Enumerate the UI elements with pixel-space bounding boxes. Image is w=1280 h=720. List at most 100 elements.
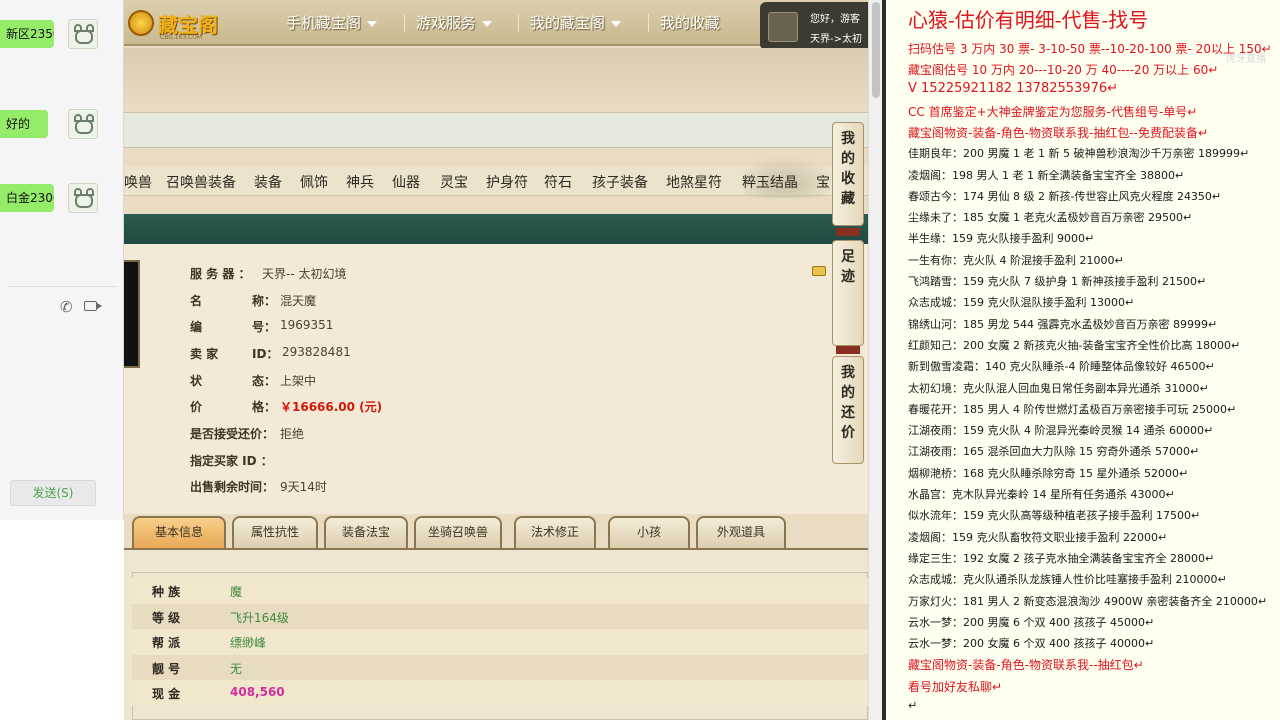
category-item[interactable]: 仙器 — [392, 172, 420, 192]
attribute-value: 缥缈峰 — [230, 636, 267, 650]
footprint-button[interactable]: 足迹 — [832, 240, 864, 346]
scrollbar-thumb[interactable] — [872, 2, 880, 98]
note-line: 藏宝阁物资-装备-角色-物资联系我--抽红包↵ — [908, 658, 1144, 673]
caret-down-icon — [367, 20, 378, 27]
avatar-face — [75, 194, 93, 208]
nav-item-label: 手机藏宝阁 — [286, 14, 362, 32]
phone-call-icon[interactable]: ✆ — [60, 298, 73, 316]
tab-1[interactable]: 基本信息 — [132, 516, 226, 548]
category-item[interactable]: 灵宝 — [440, 172, 468, 192]
name-label: 名 — [190, 294, 203, 308]
send-button[interactable]: 发送(S) — [10, 480, 96, 506]
note-line: 似水流年：159 克火队高等级种植老孩子接手盈利 17500↵ — [908, 509, 1201, 523]
user-avatar[interactable] — [768, 12, 798, 42]
nav-item-label: 我的收藏 — [660, 14, 721, 32]
seller-label: 卖 家 — [190, 347, 219, 361]
chat-message-bubble[interactable]: 白金2300 — [0, 184, 54, 212]
attribute-value: 飞升164级 — [230, 610, 289, 625]
video-call-icon[interactable] — [84, 301, 102, 311]
status-value: 上架中 — [280, 374, 317, 388]
avatar-face — [75, 30, 93, 44]
category-item[interactable]: 地煞星符 — [666, 172, 722, 192]
note-line: 藏宝阁物资-装备-角色-物资联系我-抽红包--免费配装备↵ — [908, 125, 1209, 140]
category-item[interactable]: 召唤兽装备 — [166, 172, 236, 192]
favorite-folder-icon[interactable] — [812, 266, 826, 276]
note-line: 尘缘未了：185 女魔 1 老克火孟极妙音百万亲密 29500↵ — [908, 211, 1193, 225]
desktop-screen: 新区2350好的白金2300 ✆ 发送(S) 藏宝阁 CBG.163.COM 手… — [0, 0, 1280, 720]
nav-separator — [518, 14, 519, 32]
attribute-label: 种 族 — [152, 585, 181, 599]
id-label-suffix: 号： — [252, 320, 277, 334]
tab-7[interactable]: 外观道具 — [696, 516, 786, 548]
note-line: 江湖夜雨：159 克火队 4 阶混异光秦岭灵猴 14 通杀 60000↵ — [908, 424, 1214, 438]
category-item[interactable]: 孩子装备 — [592, 172, 648, 192]
tab-5[interactable]: 法术修正 — [514, 516, 596, 548]
seller-label-suffix: ID： — [252, 347, 279, 361]
nav-item[interactable]: 游戏服务 — [416, 12, 493, 33]
note-line: 一生有你：克火队 4 阶混接手盈利 21000↵ — [908, 253, 1124, 267]
side-button-char: 价 — [841, 425, 855, 441]
my-favorites-button[interactable]: 我的收藏 — [832, 122, 864, 226]
note-line: 水晶宫：克木队异光秦岭 14 星所有任务通杀 43000↵ — [908, 488, 1175, 501]
category-item[interactable]: 佩饰 — [300, 172, 328, 192]
chat-avatar[interactable] — [68, 183, 98, 213]
attribute-value: 408,560 — [230, 685, 285, 699]
category-item[interactable]: 唤兽 — [124, 172, 152, 192]
attribute-label: 现 金 — [152, 687, 181, 701]
name-value: 混天魔 — [280, 294, 317, 308]
category-item[interactable]: 符石 — [544, 172, 572, 192]
price-label-suffix: 格： — [252, 400, 277, 414]
notes-document: 心猿-估价有明细-代售-找号 虎牙直播 扫码估号 3 万内 30 票- 3-10… — [886, 0, 1280, 720]
note-line: 缘定三生：192 女魔 2 孩子克水抽全满装备宝宝齐全 28000↵ — [908, 551, 1215, 565]
nav-item-label: 我的藏宝阁 — [530, 14, 606, 32]
tab-3[interactable]: 装备法宝 — [324, 516, 408, 548]
nav-item[interactable]: 我的收藏 — [660, 12, 720, 33]
attribute-value: 魔 — [230, 585, 243, 599]
side-button-char: 足 — [841, 249, 855, 265]
chat-message-bubble[interactable]: 新区2350 — [0, 20, 54, 48]
note-line: 春颂古今：174 男仙 8 级 2 新孩-传世容止风克火程度 24350↵ — [908, 189, 1222, 203]
note-line: 半生缘：159 克火队接手盈利 9000↵ — [908, 232, 1095, 246]
side-button-char: 收 — [841, 171, 855, 187]
id-label: 编 — [190, 320, 203, 334]
bargain-value: 拒绝 — [280, 427, 305, 441]
seller-value: 293828481 — [282, 345, 351, 359]
note-line: 众志成城：159 克火队混队接手盈利 13000↵ — [908, 296, 1135, 310]
chat-avatar[interactable] — [68, 109, 98, 139]
nav-item[interactable]: 我的藏宝阁 — [530, 12, 622, 33]
chat-message-bubble[interactable]: 好的 — [0, 110, 48, 138]
user-box[interactable]: 您好，游客 天界->太初 — [760, 2, 868, 50]
logo-coin-icon — [128, 10, 154, 36]
nav-separator — [648, 14, 649, 32]
tab-6[interactable]: 小孩 — [608, 516, 690, 548]
chat-avatar[interactable] — [68, 19, 98, 49]
note-line: 太初幻境：克火队混人回血鬼日常任务副本异光通杀 31000↵ — [908, 381, 1209, 395]
notes-title: 心猿-估价有明细-代售-找号 — [908, 8, 1149, 32]
category-item[interactable]: 粹玉结晶 — [742, 172, 798, 192]
remaining-time-value: 9天14时 — [280, 480, 327, 494]
category-item[interactable]: 宝 — [816, 172, 830, 192]
attribute-row: 等 级 飞升164级 — [132, 603, 868, 630]
note-line: CC 首席鉴定+大神金牌鉴定为您服务-代售组号-单号↵ — [908, 104, 1198, 119]
attribute-label: 等 级 — [152, 610, 181, 625]
caret-down-icon — [482, 20, 493, 27]
side-button-connector — [836, 346, 860, 354]
attribute-row: 种 族魔 — [132, 578, 868, 604]
note-line: 烟柳滟桥：168 克火队睡杀除穷奇 15 星外通杀 52000↵ — [908, 466, 1189, 480]
page-scrollbar[interactable] — [868, 0, 882, 720]
nav-item[interactable]: 手机藏宝阁 — [286, 12, 378, 33]
tab-2[interactable]: 属性抗性 — [232, 516, 318, 548]
category-item[interactable]: 护身符 — [486, 172, 528, 192]
category-item[interactable]: 神兵 — [346, 172, 374, 192]
note-line: ↵ — [908, 699, 918, 712]
attribute-label: 靓 号 — [152, 661, 181, 676]
avatar-face — [75, 120, 93, 134]
category-item[interactable]: 装备 — [254, 172, 282, 192]
status-label: 状 — [190, 374, 203, 388]
note-line: 春暖花开：185 男人 4 阶传世燃灯孟极百万亲密接手可玩 25000↵ — [908, 402, 1237, 416]
header-banner — [124, 48, 868, 110]
side-button-char: 我 — [841, 365, 855, 381]
my-offers-button[interactable]: 我的还价 — [832, 356, 864, 464]
tab-4[interactable]: 坐骑召唤兽 — [414, 516, 502, 548]
cbg-webpage: 藏宝阁 CBG.163.COM 手机藏宝阁 游戏服务 我的藏宝阁 我的收藏 您好，游客… — [124, 0, 868, 720]
